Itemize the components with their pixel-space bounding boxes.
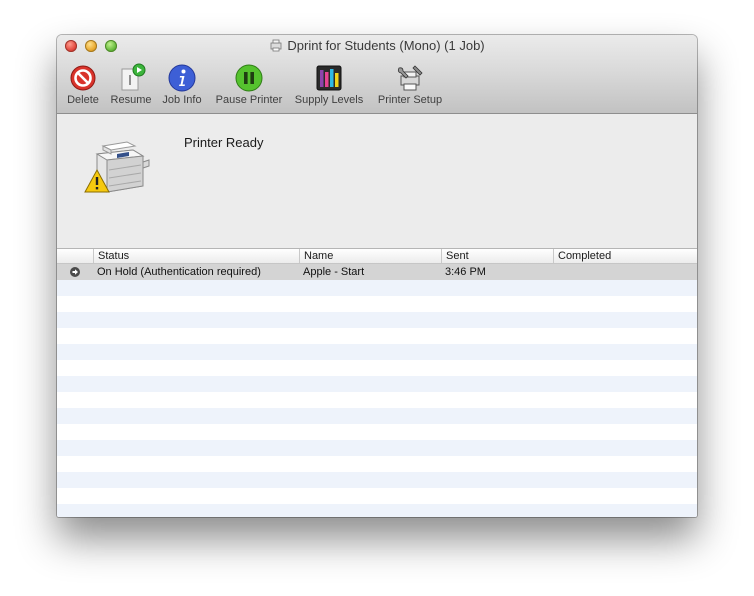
- empty-row: [57, 360, 697, 376]
- row-sent: 3:46 PM: [445, 266, 486, 278]
- delete-icon: [70, 65, 96, 91]
- window-title: Dprint for Students (Mono) (1 Job): [287, 38, 485, 53]
- titlebar: Dprint for Students (Mono) (1 Job) Delet…: [57, 35, 697, 114]
- empty-row: [57, 488, 697, 504]
- empty-row: [57, 312, 697, 328]
- window-title-area: Dprint for Students (Mono) (1 Job): [57, 38, 697, 53]
- supply-levels-icon: [316, 65, 342, 91]
- empty-row: [57, 344, 697, 360]
- resume-icon: [121, 63, 146, 91]
- column-header-name[interactable]: Name: [299, 249, 441, 263]
- job-queue-table[interactable]: Status Name Sent Completed On Hold (Auth…: [57, 249, 697, 517]
- empty-row: [57, 408, 697, 424]
- resume-button[interactable]: Resume: [109, 63, 153, 109]
- column-header-status[interactable]: Status: [93, 249, 299, 263]
- table-header: Status Name Sent Completed: [57, 249, 697, 264]
- supply-levels-label: Supply Levels: [294, 94, 364, 106]
- empty-row: [57, 280, 697, 296]
- resume-label: Resume: [110, 94, 152, 106]
- supply-levels-button[interactable]: Supply Levels: [293, 63, 365, 109]
- empty-row: [57, 392, 697, 408]
- empty-row: [57, 376, 697, 392]
- empty-row: [57, 440, 697, 456]
- empty-row: [57, 328, 697, 344]
- column-header-completed[interactable]: Completed: [553, 249, 697, 263]
- empty-row: [57, 504, 697, 517]
- delete-label: Delete: [67, 94, 99, 106]
- row-status: On Hold (Authentication required): [97, 266, 261, 278]
- printer-setup-label: Printer Setup: [377, 94, 443, 106]
- row-name: Apple - Start: [303, 266, 365, 278]
- pause-printer-button[interactable]: Pause Printer: [212, 63, 286, 109]
- empty-row: [57, 456, 697, 472]
- empty-row: [57, 472, 697, 488]
- printer-queue-window: Dprint for Students (Mono) (1 Job) Delet…: [57, 35, 697, 517]
- empty-row: [57, 296, 697, 312]
- table-row[interactable]: On Hold (Authentication required) Apple …: [57, 264, 697, 280]
- pause-printer-label: Pause Printer: [215, 94, 283, 106]
- delete-button[interactable]: Delete: [65, 63, 101, 109]
- arrow-right-icon[interactable]: [70, 267, 80, 277]
- printer-status-text: Printer Ready: [184, 135, 264, 150]
- printer-setup-icon: [397, 65, 423, 91]
- printer-warning-icon: [84, 141, 150, 193]
- pause-icon: [235, 64, 263, 92]
- printer-setup-button[interactable]: Printer Setup: [375, 63, 445, 109]
- job-info-label: Job Info: [162, 94, 202, 106]
- printer-proxy-icon[interactable]: [269, 38, 283, 52]
- info-icon: [168, 64, 196, 92]
- column-header-icon[interactable]: [57, 249, 94, 263]
- empty-row: [57, 424, 697, 440]
- job-info-button[interactable]: Job Info: [160, 63, 204, 109]
- printer-status-pane: Printer Ready: [57, 114, 697, 249]
- table-body: On Hold (Authentication required) Apple …: [57, 264, 697, 517]
- column-header-sent[interactable]: Sent: [441, 249, 553, 263]
